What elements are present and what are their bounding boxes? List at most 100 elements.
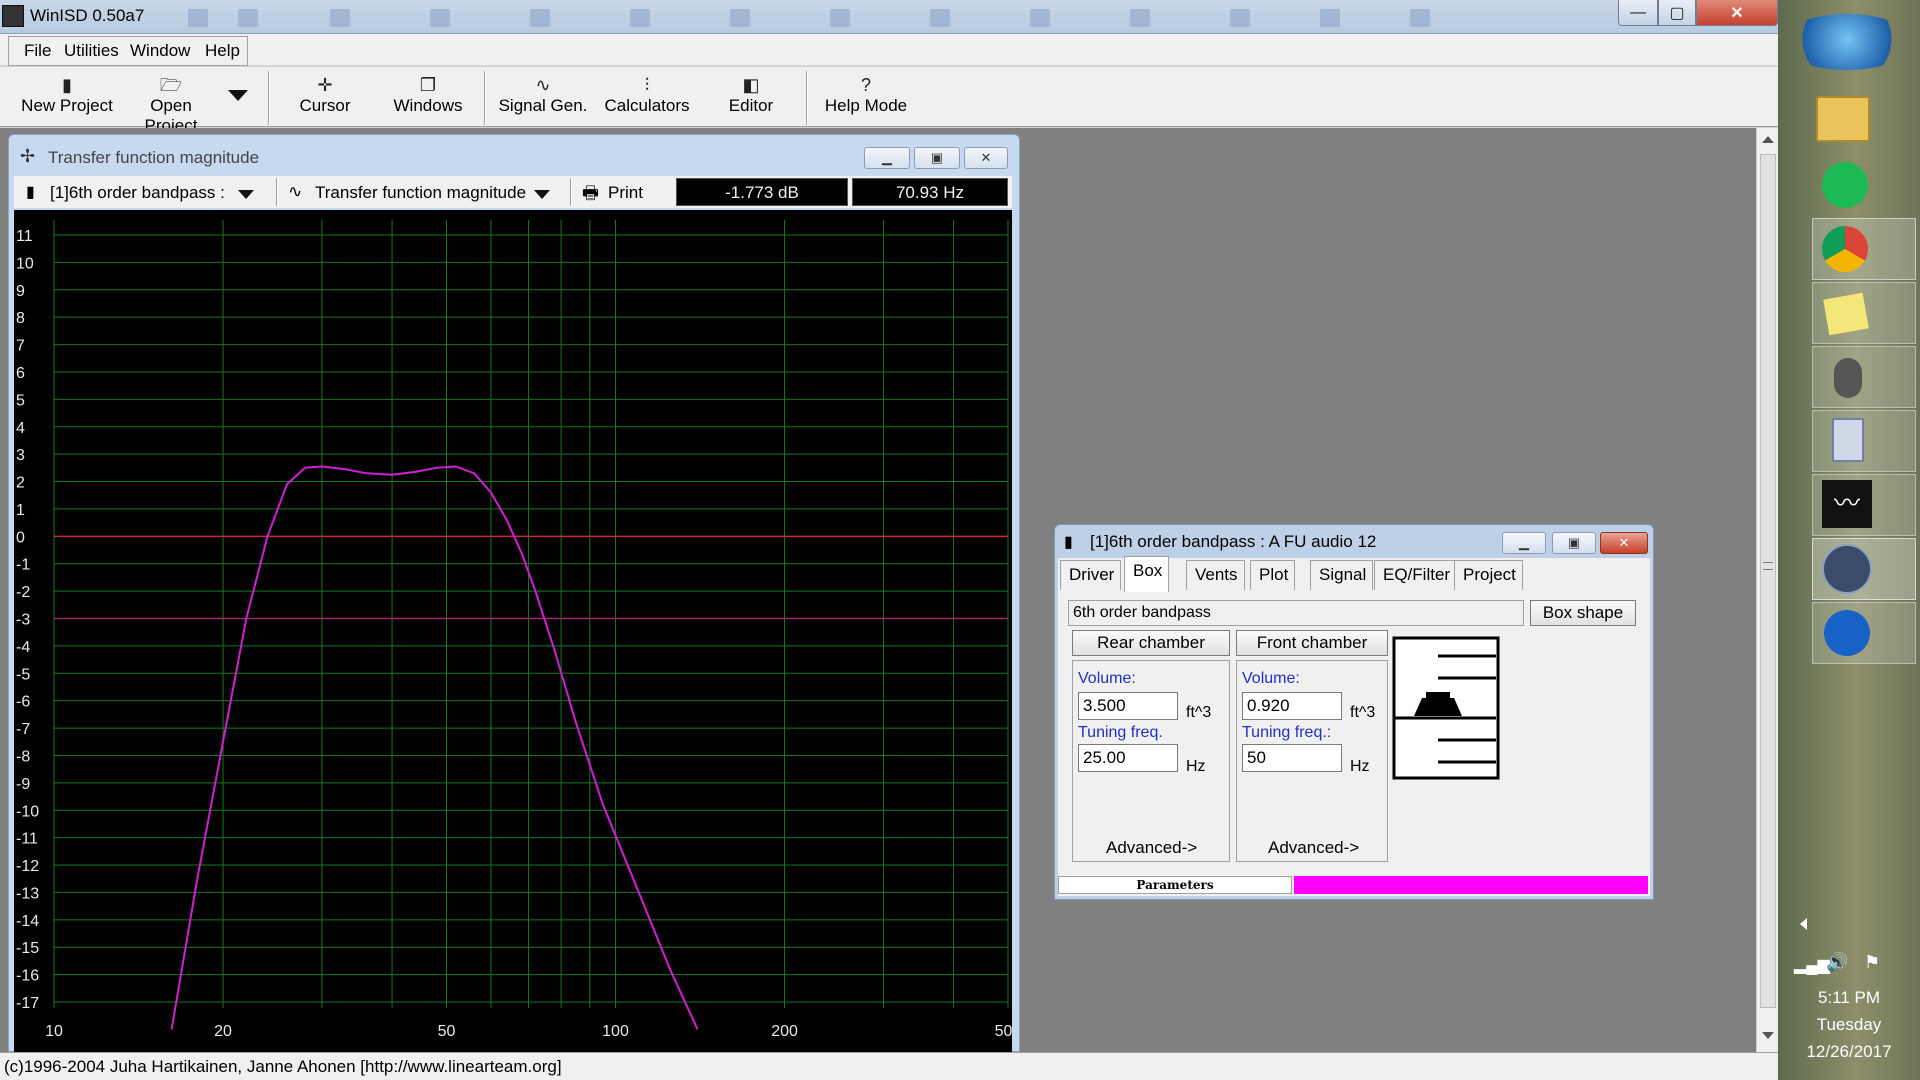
editor-button[interactable]: ◧ Editor <box>716 74 786 126</box>
calculator-icon[interactable] <box>1832 418 1864 462</box>
tab-signal[interactable]: Signal <box>1310 560 1374 590</box>
open-project-dropdown-icon[interactable] <box>228 90 248 101</box>
mouse-taskbar-button[interactable] <box>1812 346 1916 408</box>
scroll-down-arrow-icon[interactable] <box>1762 1032 1774 1039</box>
printer-icon[interactable]: 🖶 <box>582 181 599 211</box>
start-orb-icon[interactable] <box>1781 14 1913 70</box>
title-bar[interactable]: WinISD 0.50a7 — ▢ ✕ <box>0 0 1778 34</box>
new-project-button[interactable]: ▮ New Project <box>18 74 116 126</box>
file-explorer-icon[interactable] <box>1816 96 1870 142</box>
bp-maximize-button[interactable]: ▣ <box>1552 532 1596 554</box>
chrome-icon[interactable] <box>1822 226 1868 272</box>
vertical-scrollbar[interactable] <box>1756 128 1778 1052</box>
help-mode-label: Help Mode <box>824 96 908 115</box>
front-advanced-link[interactable]: Advanced-> <box>1268 838 1359 858</box>
malwarebytes-icon[interactable] <box>1824 610 1870 656</box>
bp-close-button[interactable]: ✕ <box>1600 532 1648 554</box>
new-project-label: New Project <box>21 96 113 115</box>
minimize-button[interactable]: — <box>1618 0 1658 26</box>
rear-tuning-input[interactable]: 25.00 <box>1078 744 1178 772</box>
windows-label: Windows <box>393 96 463 115</box>
rear-tuning-unit: Hz <box>1186 758 1206 775</box>
cursor-button[interactable]: ✛ Cursor <box>280 74 370 126</box>
tab-plot[interactable]: Plot <box>1250 560 1296 590</box>
ghost-taskbar-icon <box>1030 9 1050 27</box>
volume-icon[interactable]: 🔊 <box>1826 952 1848 973</box>
project-icon: ▮ <box>26 184 35 201</box>
clock-time[interactable]: 5:11 PM <box>1778 988 1920 1008</box>
menu-help[interactable]: Help <box>205 41 240 61</box>
action-center-flag-icon[interactable]: ⚑ <box>1864 952 1880 973</box>
editor-label: Editor <box>728 96 774 115</box>
y-tick-label: 5 <box>16 392 25 409</box>
close-button[interactable]: ✕ <box>1696 0 1778 26</box>
front-tuning-input[interactable]: 50 <box>1242 744 1342 772</box>
clock-date[interactable]: 12/26/2017 <box>1778 1042 1920 1062</box>
y-tick-label: 4 <box>16 420 25 437</box>
tf-close-button[interactable]: ✕ <box>964 147 1008 169</box>
hz-readout: 70.93 Hz <box>852 178 1008 206</box>
tab-eq-filter[interactable]: EQ/Filter <box>1374 560 1458 590</box>
clock-day[interactable]: Tuesday <box>1778 1015 1920 1035</box>
window-title: WinISD 0.50a7 <box>30 6 145 25</box>
windows-button[interactable]: ❐ Windows <box>384 74 472 126</box>
spotify-icon[interactable] <box>1822 162 1868 208</box>
menu-window[interactable]: Window <box>130 41 190 61</box>
plot-area[interactable]: 11 10 9 8 7 6 5 4 3 2 1 0 -1 -2 -3 -4 -5 -6 -7 -8 -9 -10 -11 -1… <box>14 210 1021 1052</box>
front-volume-input[interactable]: 0.920 <box>1242 692 1342 720</box>
tf-maximize-button[interactable]: ▣ <box>914 147 960 169</box>
signal-generator-icon: ∿ <box>535 75 551 95</box>
project-select[interactable]: [1]6th order bandpass : <box>50 183 225 203</box>
graph-select[interactable]: Transfer function magnitude <box>315 183 526 203</box>
ghost-taskbar-icon <box>730 9 750 27</box>
sticky-notes-icon[interactable] <box>1823 292 1869 336</box>
y-tick-label: -17 <box>16 995 39 1012</box>
scrollbar-thumb[interactable] <box>1760 154 1776 1008</box>
rear-chamber-header: Rear chamber <box>1072 630 1230 656</box>
y-tick-label: -14 <box>16 913 39 930</box>
print-button[interactable]: Print <box>608 183 643 203</box>
ghost-taskbar-icon <box>1410 9 1430 27</box>
tf-minimize-button[interactable]: ▁ <box>864 147 910 169</box>
graph-dropdown-icon[interactable] <box>534 190 550 199</box>
response-curve <box>170 465 699 1030</box>
new-project-icon: ▮ <box>62 75 72 95</box>
x-tick-label: 20 <box>214 1023 232 1040</box>
maximize-button[interactable]: ▢ <box>1658 0 1696 26</box>
y-tick-label: 2 <box>16 475 25 492</box>
bp-minimize-button[interactable]: ▁ <box>1502 532 1546 554</box>
y-tick-label: -16 <box>16 968 39 985</box>
status-bar: (c)1996-2004 Juha Hartikainen, Janne Aho… <box>0 1052 1778 1080</box>
open-project-button[interactable]: 🗁 Open Project <box>122 74 220 135</box>
rear-advanced-link[interactable]: Advanced-> <box>1106 838 1197 858</box>
parameters-bar <box>1294 876 1648 894</box>
y-tick-label: 11 <box>16 228 33 245</box>
show-hidden-icons-icon[interactable] <box>1800 918 1807 930</box>
y-tick-label: 6 <box>16 365 25 382</box>
box-shape-button[interactable]: Box shape <box>1530 600 1636 626</box>
rear-volume-input[interactable]: 3.500 <box>1078 692 1178 720</box>
tab-box[interactable]: Box <box>1124 556 1170 592</box>
scroll-up-arrow-icon[interactable] <box>1762 136 1774 143</box>
x-tick-label: 100 <box>602 1023 629 1040</box>
y-tick-label: 7 <box>16 338 25 355</box>
menu-utilities[interactable]: Utilities <box>64 41 119 61</box>
front-volume-label: Volume: <box>1242 670 1300 687</box>
ghost-taskbar-icon <box>1320 9 1340 27</box>
network-icon[interactable]: ▂▄▆ <box>1794 955 1830 975</box>
project-dropdown-icon[interactable] <box>238 190 254 199</box>
menu-file[interactable]: File <box>24 41 51 61</box>
mouse-icon[interactable] <box>1834 358 1862 398</box>
winisd-icon[interactable] <box>1822 544 1872 594</box>
tab-driver[interactable]: Driver <box>1060 560 1122 590</box>
signal-gen-button[interactable]: ∿ Signal Gen. <box>496 74 590 126</box>
tab-project[interactable]: Project <box>1454 560 1523 590</box>
calculators-button[interactable]: ⫶ Calculators <box>598 74 696 126</box>
y-tick-label: -9 <box>16 776 30 793</box>
audio-wave-icon[interactable]: 〰 <box>1822 480 1872 528</box>
help-mode-button[interactable]: ? Help Mode <box>818 74 914 126</box>
tab-vents[interactable]: Vents <box>1186 560 1245 590</box>
cursor-icon: ✛ <box>317 75 333 95</box>
box-type-field[interactable]: 6th order bandpass <box>1068 600 1524 626</box>
calculator-taskbar-button[interactable] <box>1812 410 1916 472</box>
